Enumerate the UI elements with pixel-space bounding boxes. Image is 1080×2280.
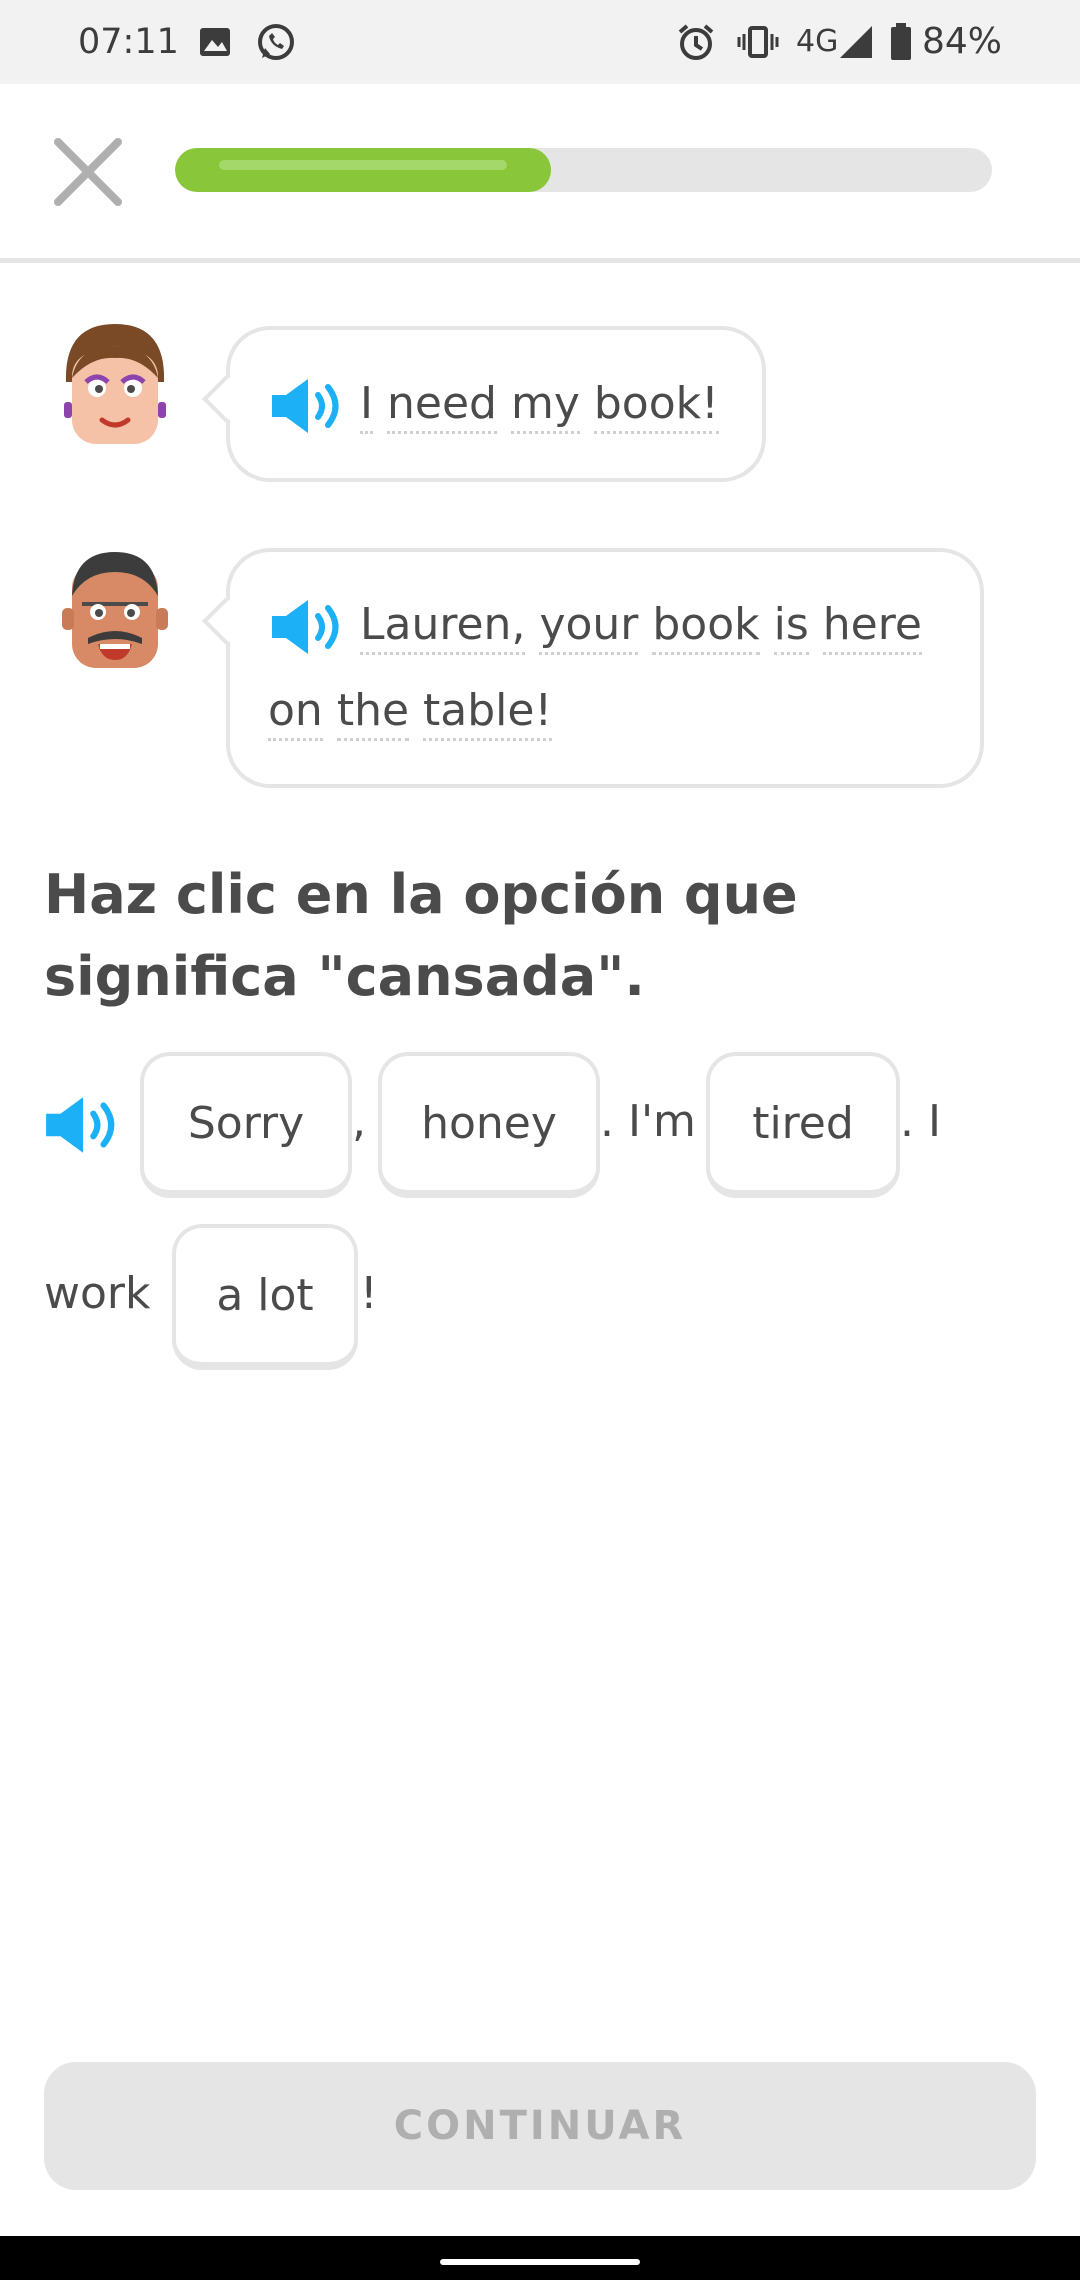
prompt-line-1: Haz clic en la opción que	[44, 863, 798, 926]
speaker-icon[interactable]	[268, 596, 346, 658]
vibrate-icon	[737, 26, 779, 58]
speech-bubble-woman: I need my book!	[201, 326, 766, 482]
bubble-text: Lauren, your book is here on the table!	[268, 582, 922, 754]
bubble-tail	[201, 374, 251, 424]
whatsapp-icon	[258, 24, 294, 60]
word-token[interactable]: your	[539, 599, 639, 655]
progress-shine	[219, 160, 507, 170]
word-token[interactable]: I	[360, 378, 373, 434]
alarm-icon	[678, 24, 714, 60]
word-token[interactable]: the	[336, 685, 410, 741]
status-bar: 07:11 4G 84%	[0, 0, 1080, 84]
close-icon[interactable]	[48, 132, 128, 212]
word-token[interactable]: on	[268, 685, 323, 741]
option-chip[interactable]: Sorry	[140, 1052, 352, 1198]
speech-bubble-man: Lauren, your book is here on the table!	[201, 548, 984, 788]
sentence-text: . I	[900, 1096, 941, 1147]
word-token[interactable]: book!	[593, 378, 719, 434]
word-token[interactable]: here	[822, 599, 922, 655]
header-divider	[0, 258, 1080, 263]
battery-percent: 84%	[922, 21, 1003, 62]
word-token[interactable]: table!	[423, 685, 553, 741]
word-token[interactable]: my	[510, 378, 580, 434]
progress-bar	[175, 148, 992, 192]
word-token[interactable]: need	[386, 378, 497, 434]
battery-icon	[891, 23, 911, 60]
home-gesture-pill[interactable]	[440, 2259, 640, 2265]
word-token[interactable]: book	[652, 599, 760, 655]
option-chip[interactable]: a lot	[172, 1224, 358, 1370]
option-chip[interactable]: tired	[706, 1052, 900, 1198]
sentence-text: . I'm	[600, 1096, 696, 1147]
continue-button[interactable]: CONTINUAR	[44, 2062, 1036, 2190]
progress-fill	[175, 148, 551, 192]
option-chip[interactable]: honey	[378, 1052, 600, 1198]
man-avatar	[62, 552, 168, 668]
exercise-prompt: Haz clic en la opción que significa "can…	[44, 854, 1044, 1018]
navigation-bar	[0, 2236, 1080, 2280]
sentence-text: ,	[352, 1096, 366, 1147]
bubble-tail	[201, 596, 251, 646]
bubble-text: I need my book!	[268, 360, 719, 448]
word-token[interactable]: is	[773, 599, 809, 655]
network-type: 4G	[796, 24, 839, 59]
image-icon	[200, 28, 230, 56]
sentence-text: work	[44, 1268, 151, 1319]
prompt-line-2: significa "cansada".	[44, 945, 645, 1008]
sentence-text: !	[360, 1268, 378, 1319]
signal-icon	[840, 26, 872, 58]
status-time: 07:11	[78, 22, 179, 62]
woman-avatar	[64, 324, 166, 444]
speaker-icon[interactable]	[268, 375, 346, 437]
speaker-icon[interactable]	[42, 1090, 122, 1160]
word-token[interactable]: Lauren,	[360, 599, 526, 655]
